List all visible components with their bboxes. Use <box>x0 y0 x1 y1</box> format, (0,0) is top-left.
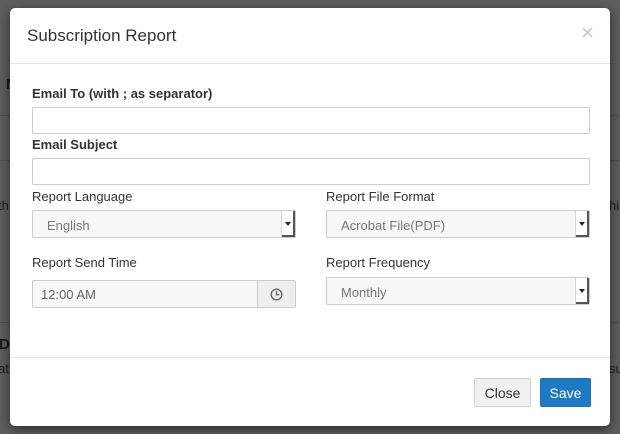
report-language-select[interactable]: English <box>32 210 296 238</box>
close-button[interactable]: Close <box>474 378 531 407</box>
report-send-time-input[interactable] <box>32 280 258 308</box>
report-language-label: Report Language <box>32 189 133 204</box>
background-divider <box>610 322 620 323</box>
dialog-title: Subscription Report <box>27 26 177 45</box>
background-fragment: D <box>0 336 10 353</box>
clock-icon <box>270 288 283 301</box>
background-divider <box>610 160 620 161</box>
close-icon[interactable]: × <box>581 22 594 44</box>
report-file-format-select[interactable]: Acrobat File(PDF) <box>326 210 590 238</box>
chevron-down-icon <box>281 211 295 237</box>
background-divider <box>0 322 10 323</box>
dialog-header: Subscription Report × <box>10 8 610 64</box>
background-divider <box>0 115 10 116</box>
chevron-down-icon <box>575 278 589 304</box>
time-picker-button[interactable] <box>258 280 296 308</box>
email-to-input[interactable] <box>32 107 590 134</box>
chevron-down-icon <box>575 211 589 237</box>
save-button[interactable]: Save <box>540 378 591 407</box>
background-fragment: su <box>609 361 620 376</box>
report-frequency-select[interactable]: Monthly <box>326 277 590 305</box>
report-file-format-value: Acrobat File(PDF) <box>341 218 446 233</box>
report-send-time-label: Report Send Time <box>32 255 137 270</box>
dialog-footer: Close Save <box>10 357 610 427</box>
report-file-format-label: Report File Format <box>326 189 435 204</box>
background-fragment: at <box>0 361 9 376</box>
subscription-report-dialog: Subscription Report × Email To (with ; a… <box>10 8 610 426</box>
background-divider <box>0 160 10 161</box>
report-language-value: English <box>47 218 90 233</box>
email-subject-label: Email Subject <box>32 137 118 152</box>
report-frequency-value: Monthly <box>341 285 387 300</box>
background-fragment: th <box>0 198 9 213</box>
email-subject-input[interactable] <box>32 158 590 185</box>
report-frequency-label: Report Frequency <box>326 255 431 270</box>
background-fragment: hi <box>609 198 620 213</box>
background-divider <box>610 115 620 116</box>
email-to-label: Email To (with ; as separator) <box>32 86 213 101</box>
